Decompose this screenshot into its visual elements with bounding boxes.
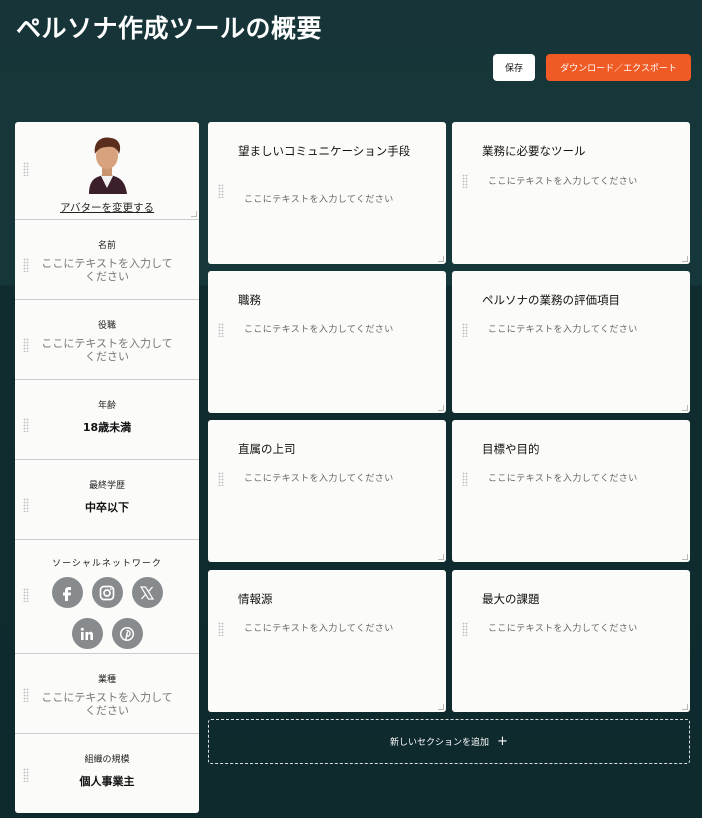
card-title: 望ましいコミュニケーション手段	[238, 144, 411, 158]
card-supervisor[interactable]: 直属の上司 ここにテキストを入力してください	[208, 420, 446, 562]
card-text-input[interactable]: ここにテキストを入力してください	[244, 322, 394, 335]
save-button[interactable]: 保存	[493, 54, 535, 81]
facebook-icon[interactable]	[51, 577, 83, 608]
drag-handle-icon[interactable]	[462, 472, 468, 486]
card-text-input[interactable]: ここにテキストを入力してください	[244, 192, 394, 205]
card-title: 業務に必要なツール	[482, 144, 586, 158]
linkedin-icon[interactable]	[71, 618, 103, 649]
drag-handle-icon[interactable]	[462, 622, 468, 636]
resize-handle-icon[interactable]	[682, 704, 688, 710]
resize-handle-icon[interactable]	[682, 554, 688, 560]
drag-handle-icon[interactable]	[218, 184, 224, 198]
field-label: 年齢	[97, 401, 116, 411]
field-label: 名前	[97, 241, 116, 251]
field-label: ソーシャルネットワーク	[52, 559, 162, 569]
resize-handle-icon[interactable]	[438, 256, 444, 262]
drag-handle-icon[interactable]	[23, 768, 29, 782]
drag-handle-icon[interactable]	[218, 622, 224, 636]
card-tools[interactable]: 業務に必要なツール ここにテキストを入力してください	[452, 122, 690, 264]
resize-handle-icon[interactable]	[191, 211, 197, 217]
job-title-input[interactable]: ここにテキストを入力してください	[39, 337, 175, 363]
field-organization-size[interactable]: 組織の規模 個人事業主	[15, 734, 199, 813]
card-text-input[interactable]: ここにテキストを入力してください	[488, 174, 638, 187]
persona-sidebar: アバターを変更する 名前 ここにテキストを入力してください 役職 ここにテキスト…	[15, 122, 199, 813]
drag-handle-icon[interactable]	[218, 323, 224, 337]
download-export-button[interactable]: ダウンロード／エクスポート	[546, 54, 691, 81]
card-text-input[interactable]: ここにテキストを入力してください	[244, 621, 394, 634]
page-title: ペルソナ作成ツールの概要	[16, 14, 323, 43]
card-title: 目標や目的	[482, 442, 540, 456]
drag-handle-icon[interactable]	[462, 323, 468, 337]
card-duties[interactable]: 職務 ここにテキストを入力してください	[208, 271, 446, 413]
card-text-input[interactable]: ここにテキストを入力してください	[488, 621, 638, 634]
drag-handle-icon[interactable]	[23, 498, 29, 512]
card-title: ペルソナの業務の評価項目	[482, 293, 620, 307]
card-title: 最大の課題	[482, 592, 540, 606]
card-evaluation[interactable]: ペルソナの業務の評価項目 ここにテキストを入力してください	[452, 271, 690, 413]
x-icon[interactable]	[131, 577, 163, 608]
field-label: 役職	[97, 321, 116, 331]
change-avatar-link[interactable]: アバターを変更する	[15, 200, 199, 215]
industry-input[interactable]: ここにテキストを入力してください	[39, 691, 175, 717]
drag-handle-icon[interactable]	[218, 472, 224, 486]
field-education[interactable]: 最終学歴 中卒以下	[15, 460, 199, 540]
add-section-label: 新しいセクションを追加	[390, 738, 490, 748]
age-select[interactable]: 18歳未満	[15, 419, 199, 435]
resize-handle-icon[interactable]	[438, 405, 444, 411]
card-title: 職務	[238, 293, 261, 307]
field-social-networks: ソーシャルネットワーク	[15, 540, 199, 654]
drag-handle-icon[interactable]	[23, 418, 29, 432]
avatar[interactable]	[81, 132, 133, 194]
resize-handle-icon[interactable]	[438, 554, 444, 560]
field-age[interactable]: 年齢 18歳未満	[15, 380, 199, 460]
name-input[interactable]: ここにテキストを入力してください	[39, 257, 175, 283]
resize-handle-icon[interactable]	[682, 405, 688, 411]
plus-icon: +	[497, 734, 508, 749]
card-goals[interactable]: 目標や目的 ここにテキストを入力してください	[452, 420, 690, 562]
drag-handle-icon[interactable]	[462, 174, 468, 188]
instagram-icon[interactable]	[91, 577, 123, 608]
field-label: 最終学歴	[88, 481, 125, 491]
drag-handle-icon[interactable]	[23, 338, 29, 352]
field-label: 組織の規模	[84, 755, 130, 765]
pinterest-icon[interactable]	[111, 618, 143, 649]
card-title: 情報源	[238, 592, 273, 606]
card-challenges[interactable]: 最大の課題 ここにテキストを入力してください	[452, 570, 690, 712]
card-text-input[interactable]: ここにテキストを入力してください	[488, 471, 638, 484]
card-title: 直属の上司	[238, 442, 296, 456]
card-text-input[interactable]: ここにテキストを入力してください	[244, 471, 394, 484]
drag-handle-icon[interactable]	[23, 162, 29, 176]
avatar-section: アバターを変更する	[15, 122, 199, 220]
organization-size-select[interactable]: 個人事業主	[15, 773, 199, 789]
card-info-sources[interactable]: 情報源 ここにテキストを入力してください	[208, 570, 446, 712]
drag-handle-icon[interactable]	[23, 688, 29, 702]
field-name[interactable]: 名前 ここにテキストを入力してください	[15, 220, 199, 300]
card-communication[interactable]: 望ましいコミュニケーション手段 ここにテキストを入力してください	[208, 122, 446, 264]
resize-handle-icon[interactable]	[682, 256, 688, 262]
field-industry[interactable]: 業種 ここにテキストを入力してください	[15, 654, 199, 734]
education-select[interactable]: 中卒以下	[15, 499, 199, 515]
field-job-title[interactable]: 役職 ここにテキストを入力してください	[15, 300, 199, 380]
drag-handle-icon[interactable]	[23, 258, 29, 272]
card-text-input[interactable]: ここにテキストを入力してください	[488, 322, 638, 335]
resize-handle-icon[interactable]	[438, 704, 444, 710]
add-section-button[interactable]: 新しいセクションを追加 +	[208, 719, 690, 764]
field-label: 業種	[97, 675, 116, 685]
